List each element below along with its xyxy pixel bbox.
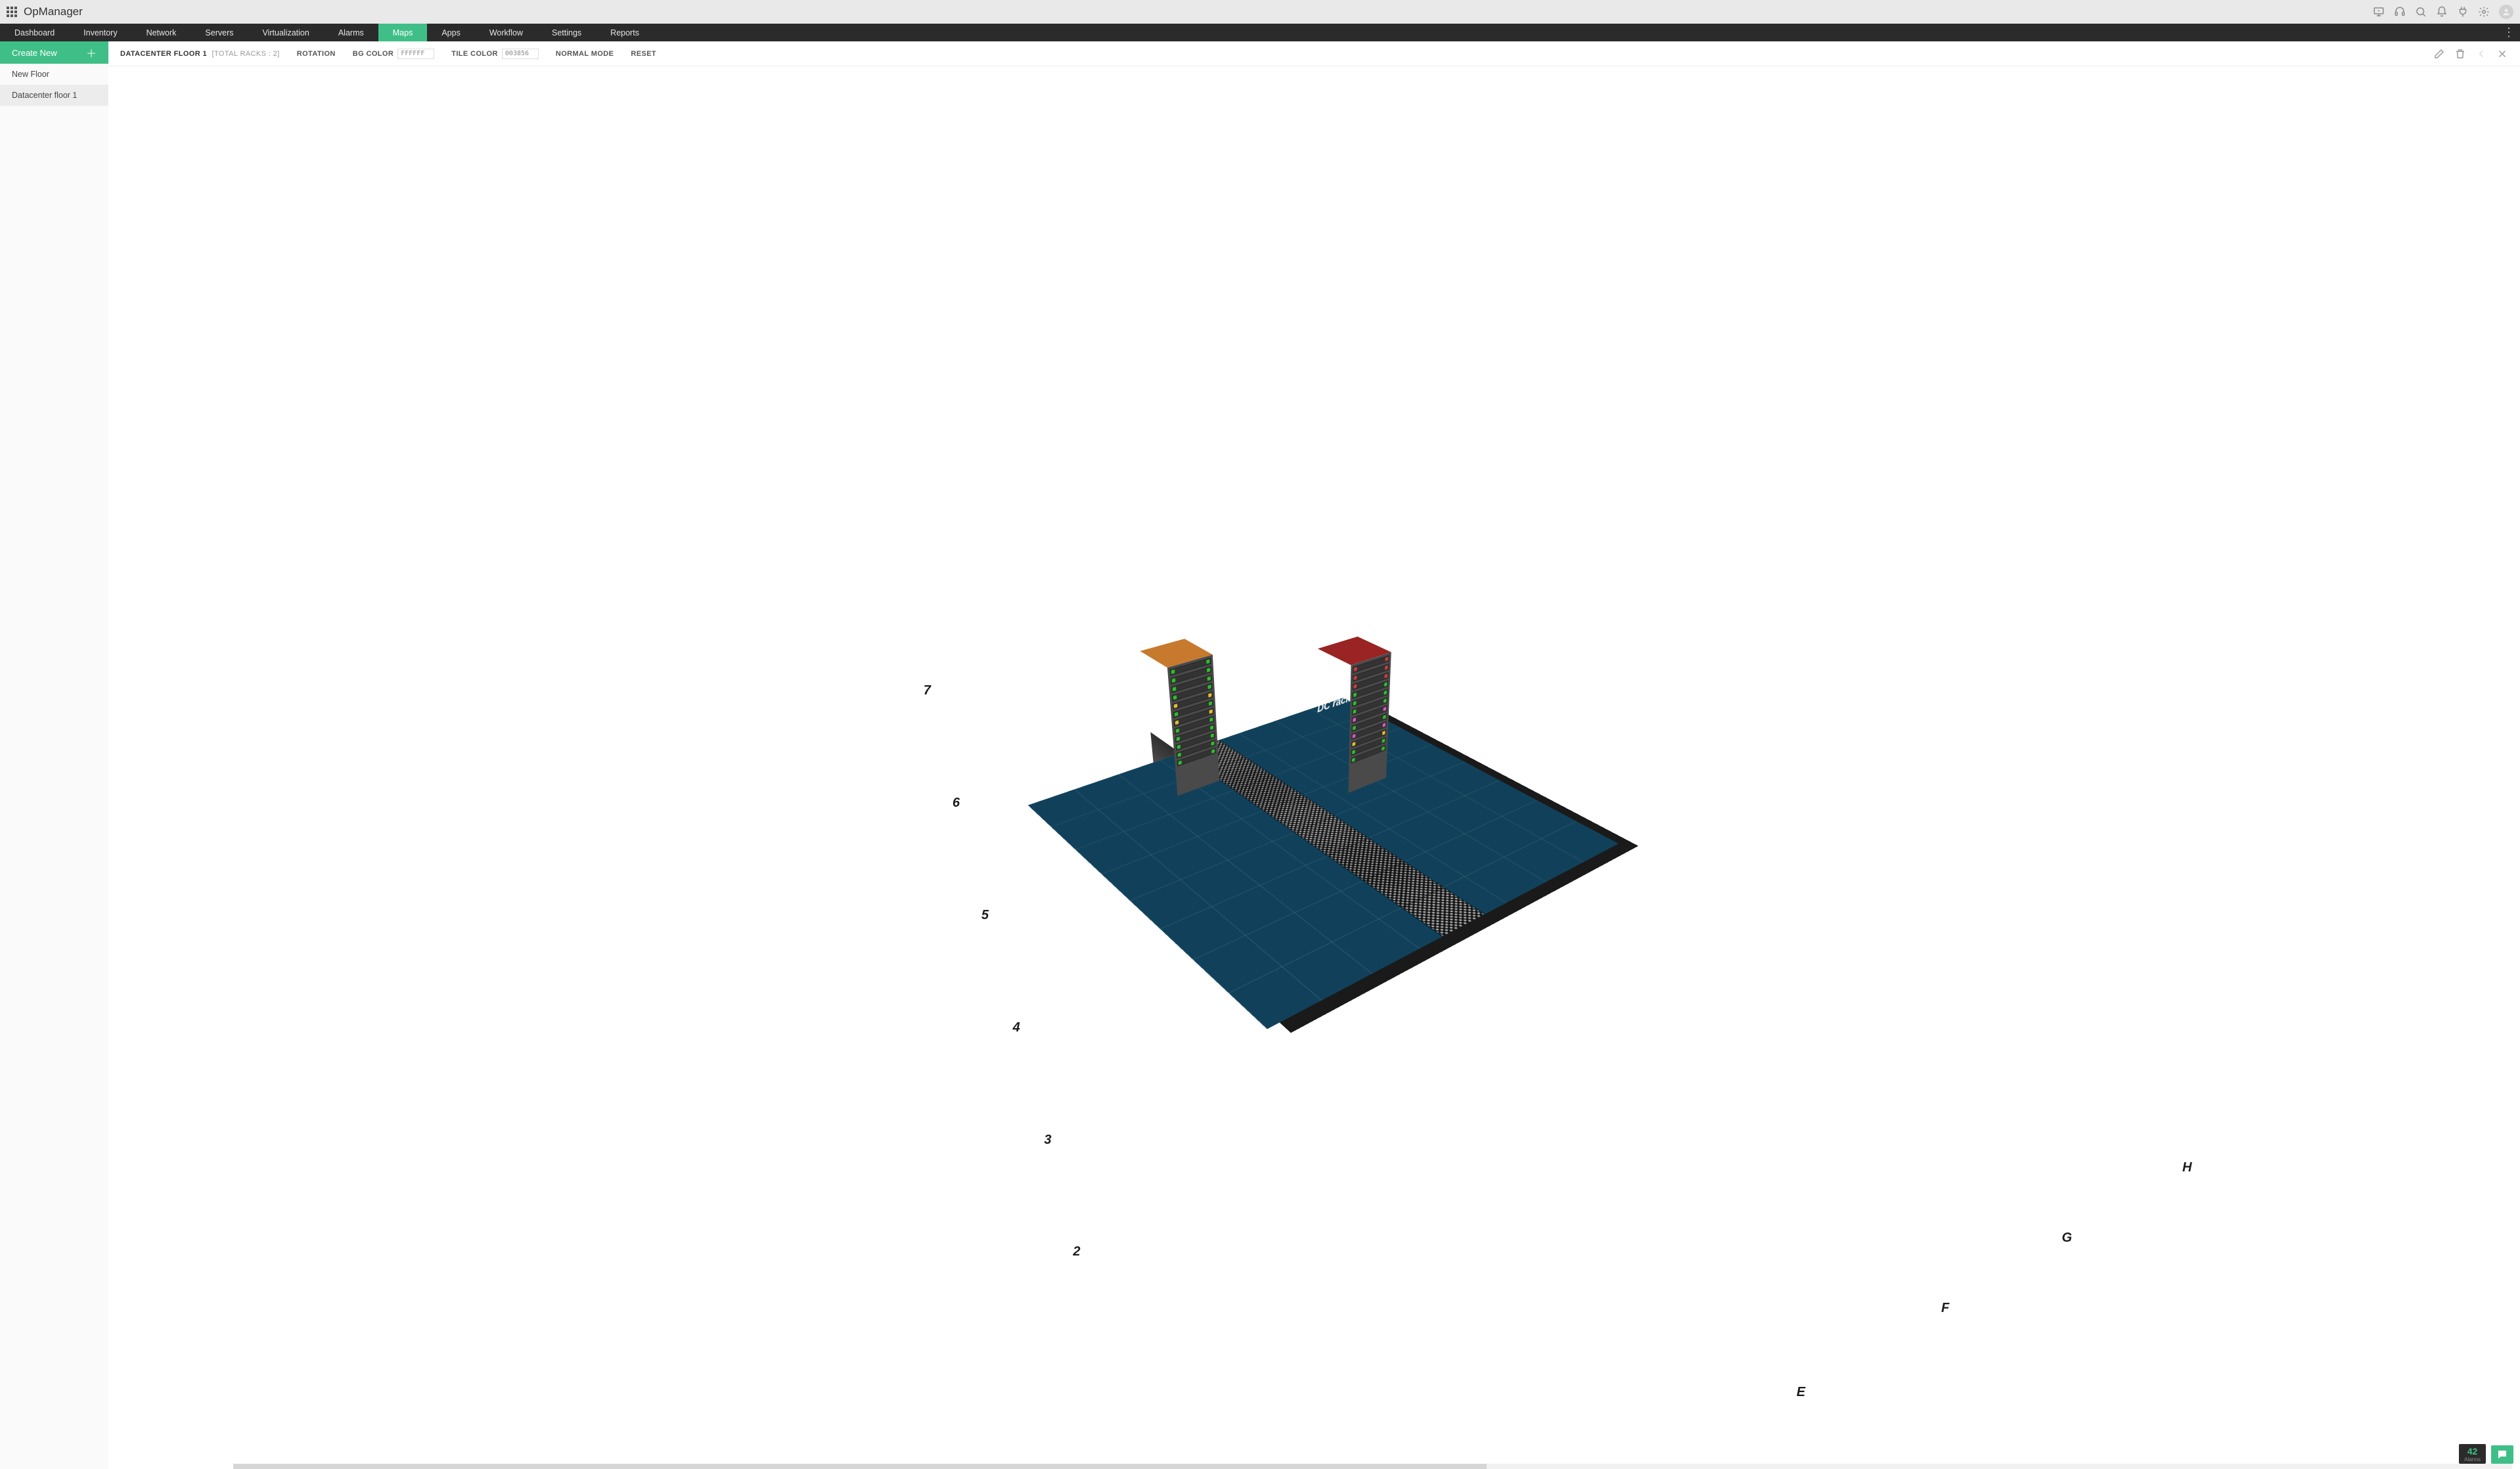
rack-dc-rack-2[interactable]: DC rack 2 xyxy=(1317,759,1385,793)
app-title: OpManager xyxy=(24,5,83,18)
trash-icon[interactable] xyxy=(2454,48,2466,60)
nav-dashboard[interactable]: Dashboard xyxy=(0,24,69,41)
bgcolor-label: BG COLOR xyxy=(353,50,394,58)
floor-canvas[interactable]: DC rack 1 DC rack 2 xyxy=(108,66,2520,1469)
nav-maps[interactable]: Maps xyxy=(378,24,428,41)
nav-reports[interactable]: Reports xyxy=(596,24,654,41)
page-title: DATACENTER FLOOR 1 xyxy=(120,50,207,58)
row-label: 7 xyxy=(924,683,931,698)
create-new-label: Create New xyxy=(12,48,57,58)
nav-virtualization[interactable]: Virtualization xyxy=(248,24,324,41)
row-label: 2 xyxy=(1073,1244,1080,1259)
edit-icon[interactable] xyxy=(2433,48,2445,60)
horizontal-scrollbar[interactable] xyxy=(233,1464,2512,1469)
reset-button[interactable]: RESET xyxy=(631,50,656,58)
col-label: F xyxy=(1941,1301,1949,1316)
bell-icon[interactable] xyxy=(2436,6,2448,18)
gear-icon[interactable] xyxy=(2478,6,2490,18)
plus-icon: ＋ xyxy=(86,45,97,60)
headset-icon[interactable] xyxy=(2394,6,2406,18)
page-meta: [TOTAL RACKS : 2] xyxy=(212,50,280,58)
nav-settings[interactable]: Settings xyxy=(537,24,596,41)
prev-icon[interactable] xyxy=(2475,48,2487,60)
present-icon[interactable] xyxy=(2373,6,2385,18)
alarm-count: 42 xyxy=(2467,1446,2478,1457)
sidebar-item-new-floor[interactable]: New Floor xyxy=(0,64,108,85)
create-new-button[interactable]: Create New ＋ xyxy=(0,41,108,64)
floor-toolbar: DATACENTER FLOOR 1 [TOTAL RACKS : 2] ROT… xyxy=(108,41,2520,66)
sidebar: Create New ＋ New Floor Datacenter floor … xyxy=(0,41,108,1469)
sidebar-item-datacenter-floor-1[interactable]: Datacenter floor 1 xyxy=(0,85,108,106)
nav-apps[interactable]: Apps xyxy=(427,24,475,41)
row-label: 5 xyxy=(981,908,989,923)
row-label: 3 xyxy=(1044,1133,1051,1148)
bgcolor-input[interactable] xyxy=(397,49,434,59)
nav-overflow-icon[interactable]: ⋮ xyxy=(2503,24,2515,41)
col-label: H xyxy=(2182,1160,2192,1175)
nav-alarms[interactable]: Alarms xyxy=(324,24,378,41)
row-label: 6 xyxy=(953,796,960,811)
apps-grid-icon[interactable] xyxy=(7,7,17,17)
alarm-counter[interactable]: 42 Alarms xyxy=(2459,1444,2486,1464)
chat-button[interactable] xyxy=(2491,1445,2513,1464)
search-icon[interactable] xyxy=(2415,6,2427,18)
rotation-button[interactable]: ROTATION xyxy=(297,50,336,58)
tilecolor-input[interactable] xyxy=(502,49,539,59)
col-label: G xyxy=(2062,1231,2073,1246)
floor-grid[interactable]: DC rack 1 DC rack 2 xyxy=(1027,698,1618,1029)
close-icon[interactable] xyxy=(2496,48,2508,60)
row-label: 4 xyxy=(1013,1020,1020,1035)
plug-icon[interactable] xyxy=(2457,6,2469,18)
app-bar: OpManager xyxy=(0,0,2520,24)
nav-network[interactable]: Network xyxy=(132,24,191,41)
tilecolor-label: TILE COLOR xyxy=(451,50,498,58)
main-nav: Dashboard Inventory Network Servers Virt… xyxy=(0,24,2520,41)
mode-toggle[interactable]: NORMAL MODE xyxy=(556,50,614,58)
nav-inventory[interactable]: Inventory xyxy=(69,24,131,41)
alarm-count-label: Alarms xyxy=(2464,1457,2481,1462)
col-label: E xyxy=(1797,1385,1805,1400)
content-area: DATACENTER FLOOR 1 [TOTAL RACKS : 2] ROT… xyxy=(108,41,2520,1469)
user-avatar[interactable] xyxy=(2499,5,2513,19)
nav-servers[interactable]: Servers xyxy=(191,24,248,41)
nav-workflow[interactable]: Workflow xyxy=(475,24,537,41)
